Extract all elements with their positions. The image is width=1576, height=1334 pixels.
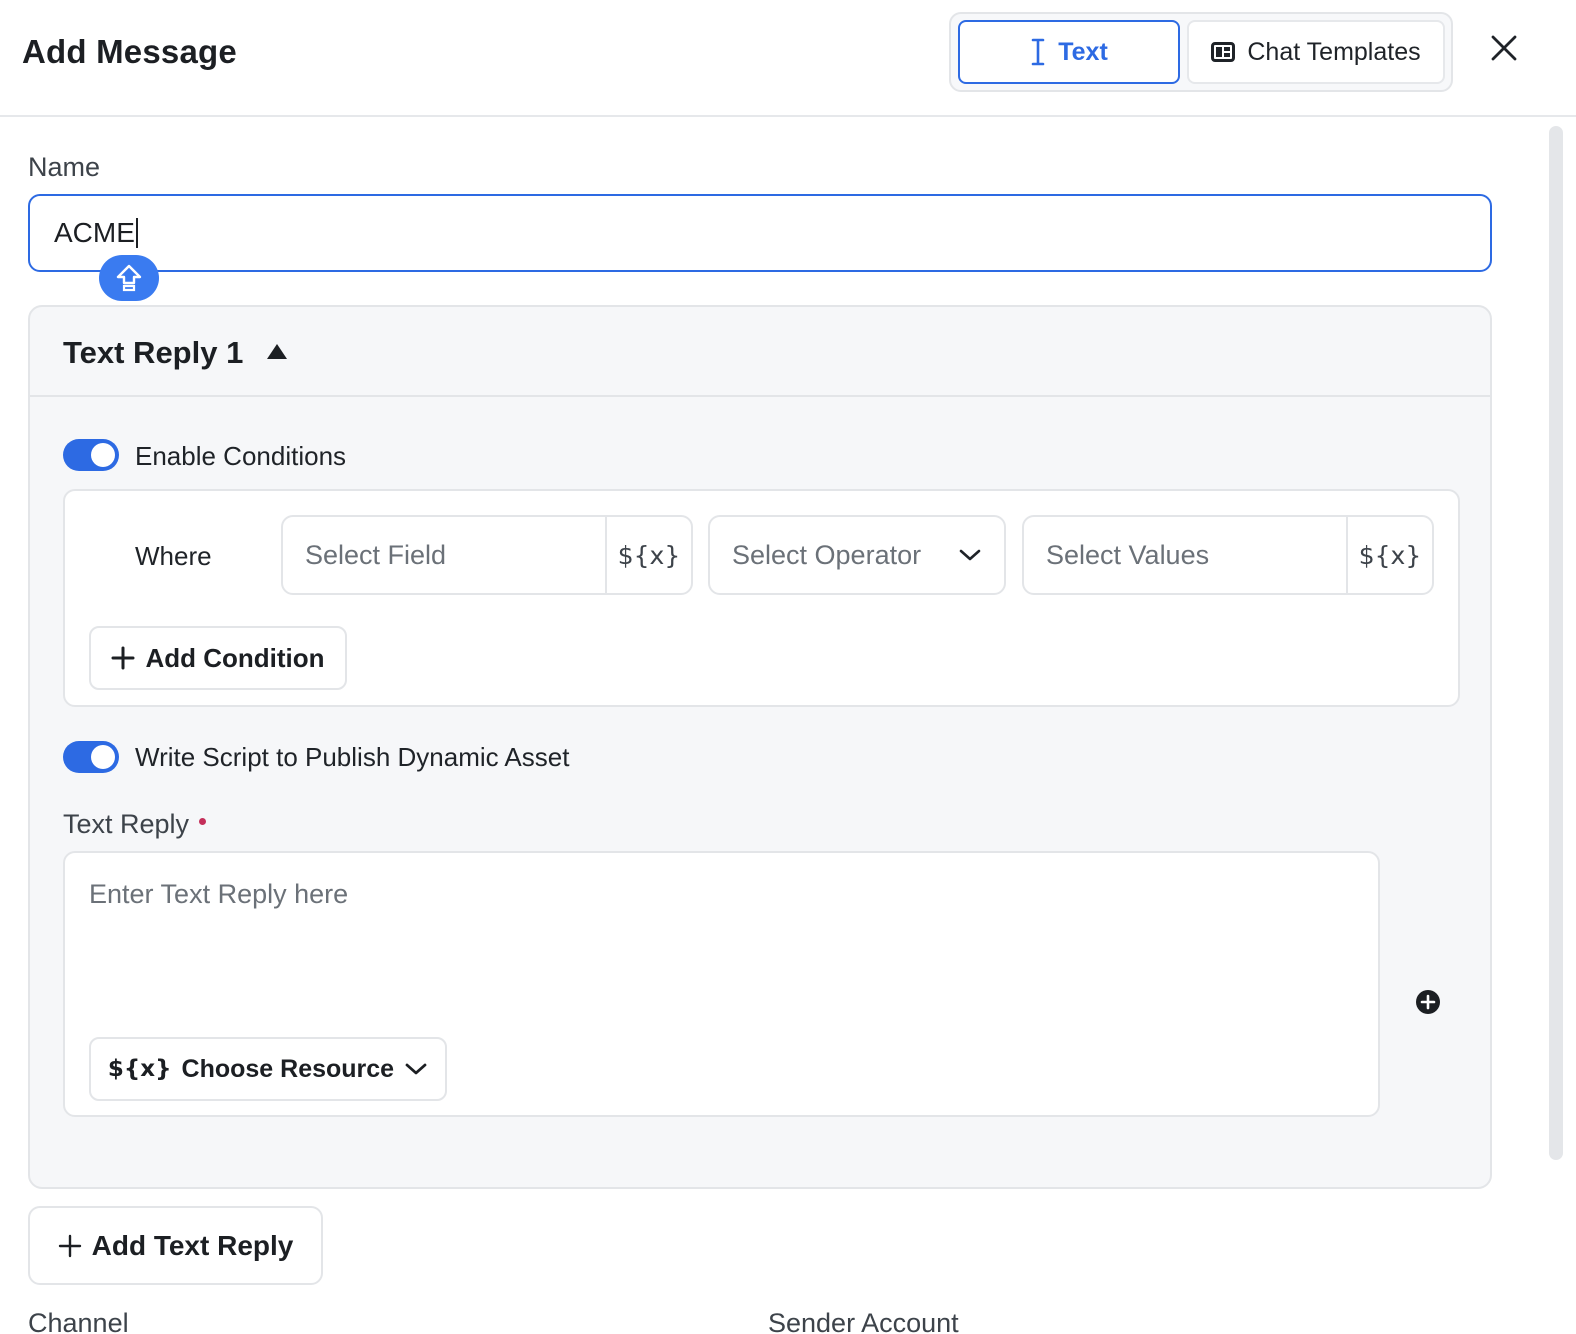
- add-reply-content-icon[interactable]: [1415, 989, 1441, 1015]
- dialog-title: Add Message: [22, 33, 237, 70]
- text-reply-placeholder: Enter Text Reply here: [89, 879, 349, 909]
- tab-text[interactable]: Text: [958, 20, 1180, 84]
- plus-icon: [111, 646, 135, 670]
- close-button[interactable]: [1484, 28, 1524, 68]
- write-script-label: Write Script to Publish Dynamic Asset: [135, 742, 570, 772]
- tab-text-label: Text: [1058, 37, 1108, 66]
- values-variable-button[interactable]: ${x}: [1346, 517, 1432, 593]
- chevron-down-icon: [959, 549, 981, 561]
- enable-conditions-label: Enable Conditions: [135, 441, 347, 471]
- message-type-switcher: Text Chat Templates: [949, 12, 1453, 92]
- template-icon: [1211, 42, 1236, 62]
- select-values-placeholder: Select Values: [1046, 539, 1210, 570]
- select-operator-placeholder: Select Operator: [732, 539, 922, 570]
- text-reply-label-text: Text Reply: [63, 809, 190, 839]
- select-field[interactable]: Select Field ${x}: [281, 515, 693, 595]
- plus-icon: [58, 1234, 81, 1257]
- channel-label: Channel: [28, 1308, 129, 1334]
- select-operator-dropdown[interactable]: Select Operator: [708, 515, 1006, 595]
- tab-chat-templates[interactable]: Chat Templates: [1187, 20, 1445, 84]
- tab-chat-templates-label: Chat Templates: [1247, 37, 1421, 66]
- text-caret: [135, 218, 138, 248]
- name-input[interactable]: ACME: [28, 194, 1492, 272]
- enable-conditions-toggle[interactable]: [63, 439, 119, 471]
- name-label: Name: [28, 152, 101, 182]
- name-input-value: ACME: [54, 217, 135, 248]
- close-icon: [1491, 35, 1517, 61]
- text-reply-title: Text Reply 1: [63, 335, 244, 370]
- text-reply-label: Text Reply: [63, 809, 207, 840]
- write-script-toggle[interactable]: [63, 741, 119, 773]
- caret-up-icon[interactable]: [266, 343, 288, 361]
- add-text-reply-label: Add Text Reply: [91, 1229, 294, 1261]
- dialog-header: Add Message Text Chat Templates: [0, 0, 1576, 117]
- toggle-knob: [91, 443, 115, 467]
- text-reply-panel-header[interactable]: Text Reply 1: [30, 307, 1490, 397]
- text-cursor-icon: [1031, 38, 1045, 66]
- field-variable-button[interactable]: ${x}: [605, 517, 691, 593]
- condition-box: Where Select Field ${x} Select Operator …: [63, 489, 1460, 707]
- select-values[interactable]: Select Values ${x}: [1022, 515, 1434, 595]
- choose-resource-dropdown[interactable]: ${x} Choose Resource: [89, 1037, 447, 1101]
- chevron-down-icon: [405, 1063, 427, 1075]
- select-field-placeholder: Select Field: [305, 539, 447, 570]
- add-condition-button[interactable]: Add Condition: [89, 626, 347, 690]
- caps-shift-indicator: [99, 255, 159, 301]
- shift-icon: [116, 264, 142, 292]
- required-indicator: [199, 818, 207, 826]
- where-label: Where: [135, 541, 212, 571]
- add-condition-label: Add Condition: [145, 642, 325, 673]
- text-reply-panel: Text Reply 1 Enable Conditions Where Sel…: [28, 305, 1492, 1189]
- sender-account-label: Sender Account: [768, 1308, 959, 1334]
- toggle-knob: [91, 745, 115, 769]
- resource-variable-icon: ${x}: [107, 1056, 172, 1082]
- text-reply-textarea[interactable]: Enter Text Reply here ${x} Choose Resour…: [63, 851, 1380, 1117]
- choose-resource-label: Choose Resource: [181, 1054, 395, 1083]
- add-text-reply-button[interactable]: Add Text Reply: [28, 1206, 323, 1285]
- scrollbar-thumb[interactable]: [1549, 126, 1563, 1160]
